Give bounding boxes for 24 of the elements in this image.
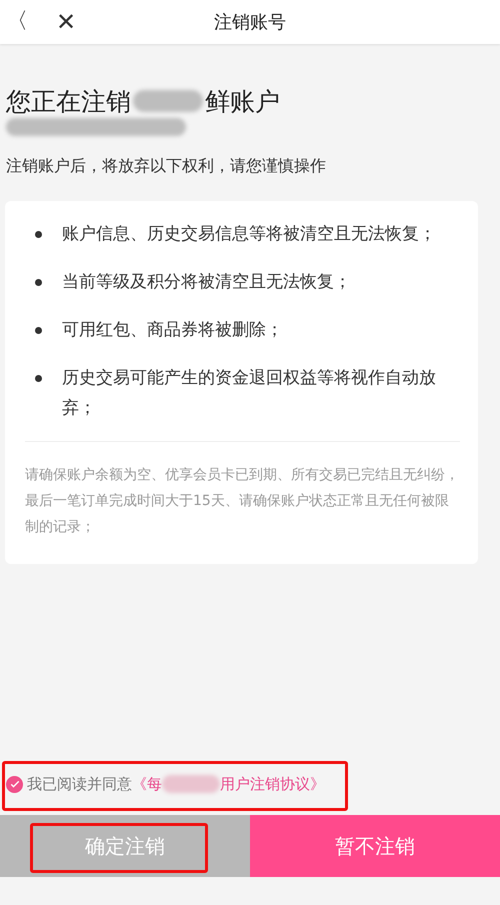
blur-patch — [162, 775, 220, 793]
rights-item: 账户信息、历史交易信息等将被清空且无法恢复； — [62, 223, 436, 246]
agreement-link[interactable]: 用户注销协议》 — [220, 774, 325, 794]
rights-item: 可用红包、商品券将被删除； — [62, 319, 283, 342]
bullet-icon — [35, 231, 42, 238]
bullet-icon — [35, 279, 42, 286]
rights-item: 历史交易可能产生的资金退回权益等将视作自动放弃； — [62, 367, 437, 420]
bullet-icon — [35, 327, 42, 334]
cancel-button[interactable]: 暂不注销 — [250, 815, 500, 877]
rights-item: 当前等级及积分将被清空且无法恢复； — [62, 271, 351, 294]
heading-text: 鲜账户 — [205, 86, 280, 118]
blur-patch — [133, 90, 203, 112]
note-text: 请确保账户余额为空、优享会员卡已到期、所有交易已完结且无纠纷，最后一笔订单完成时间大于15天、请确保账户状态正常且无任何被限制的记录； — [25, 466, 460, 537]
subtitle-text: 注销账户后，将放弃以下权利，请您谨慎操作 — [6, 156, 327, 177]
agreement-text: 我已阅读并同意 — [27, 774, 132, 794]
check-icon — [8, 778, 20, 790]
close-icon[interactable]: ✕ — [56, 10, 76, 34]
agreement-link[interactable]: 《每 — [132, 774, 162, 794]
back-icon[interactable]: 〈 — [6, 11, 28, 33]
page-title: 注销账号 — [214, 11, 286, 34]
heading-text: 您正在注销 — [6, 86, 131, 118]
bullet-icon — [35, 375, 42, 382]
confirm-button[interactable]: 确定注销 — [0, 815, 250, 877]
checkbox[interactable] — [6, 776, 23, 792]
